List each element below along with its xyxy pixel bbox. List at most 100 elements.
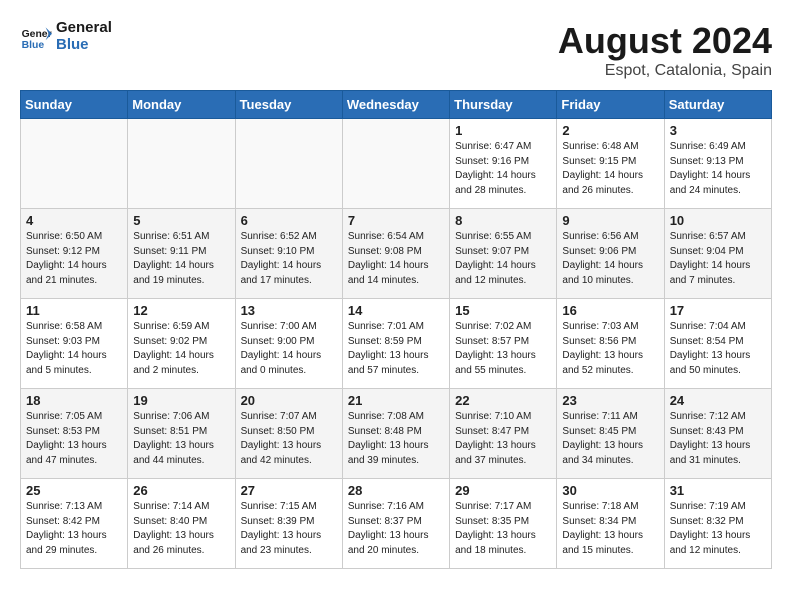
calendar-cell: 28 Sunrise: 7:16 AMSunset: 8:37 PMDaylig… [342,479,449,569]
calendar-cell: 4 Sunrise: 6:50 AMSunset: 9:12 PMDayligh… [21,209,128,299]
day-info: Sunrise: 7:07 AMSunset: 8:50 PMDaylight:… [241,410,337,468]
col-header-thursday: Thursday [450,91,557,119]
day-info: Sunrise: 6:55 AMSunset: 9:07 PMDaylight:… [455,230,551,288]
day-number: 14 [348,303,444,318]
page-header: General Blue General Blue August 2024 Es… [20,20,772,80]
day-info: Sunrise: 6:48 AMSunset: 9:15 PMDaylight:… [562,140,658,198]
day-number: 29 [455,483,551,498]
calendar-cell: 16 Sunrise: 7:03 AMSunset: 8:56 PMDaylig… [557,299,664,389]
day-number: 19 [133,393,229,408]
calendar-header-row: SundayMondayTuesdayWednesdayThursdayFrid… [21,91,772,119]
day-number: 6 [241,213,337,228]
calendar-cell: 17 Sunrise: 7:04 AMSunset: 8:54 PMDaylig… [664,299,771,389]
day-info: Sunrise: 6:54 AMSunset: 9:08 PMDaylight:… [348,230,444,288]
title-block: August 2024 Espot, Catalonia, Spain [558,20,772,80]
day-number: 7 [348,213,444,228]
day-info: Sunrise: 7:16 AMSunset: 8:37 PMDaylight:… [348,500,444,558]
day-info: Sunrise: 7:12 AMSunset: 8:43 PMDaylight:… [670,410,766,468]
day-number: 30 [562,483,658,498]
day-info: Sunrise: 7:14 AMSunset: 8:40 PMDaylight:… [133,500,229,558]
day-info: Sunrise: 7:10 AMSunset: 8:47 PMDaylight:… [455,410,551,468]
day-info: Sunrise: 6:59 AMSunset: 9:02 PMDaylight:… [133,320,229,378]
calendar-cell: 23 Sunrise: 7:11 AMSunset: 8:45 PMDaylig… [557,389,664,479]
day-info: Sunrise: 6:57 AMSunset: 9:04 PMDaylight:… [670,230,766,288]
day-number: 22 [455,393,551,408]
day-number: 10 [670,213,766,228]
calendar-cell: 2 Sunrise: 6:48 AMSunset: 9:15 PMDayligh… [557,119,664,209]
logo-icon: General Blue [20,21,52,53]
calendar-week-4: 18 Sunrise: 7:05 AMSunset: 8:53 PMDaylig… [21,389,772,479]
day-number: 1 [455,123,551,138]
calendar-cell: 8 Sunrise: 6:55 AMSunset: 9:07 PMDayligh… [450,209,557,299]
calendar-cell: 5 Sunrise: 6:51 AMSunset: 9:11 PMDayligh… [128,209,235,299]
col-header-saturday: Saturday [664,91,771,119]
day-info: Sunrise: 7:04 AMSunset: 8:54 PMDaylight:… [670,320,766,378]
day-number: 16 [562,303,658,318]
svg-text:Blue: Blue [22,40,45,51]
col-header-friday: Friday [557,91,664,119]
calendar-cell: 1 Sunrise: 6:47 AMSunset: 9:16 PMDayligh… [450,119,557,209]
day-info: Sunrise: 6:50 AMSunset: 9:12 PMDaylight:… [26,230,122,288]
day-info: Sunrise: 7:13 AMSunset: 8:42 PMDaylight:… [26,500,122,558]
day-number: 8 [455,213,551,228]
month-title: August 2024 [558,20,772,62]
col-header-monday: Monday [128,91,235,119]
day-number: 3 [670,123,766,138]
day-info: Sunrise: 7:15 AMSunset: 8:39 PMDaylight:… [241,500,337,558]
calendar-cell: 26 Sunrise: 7:14 AMSunset: 8:40 PMDaylig… [128,479,235,569]
calendar-cell: 24 Sunrise: 7:12 AMSunset: 8:43 PMDaylig… [664,389,771,479]
calendar-table: SundayMondayTuesdayWednesdayThursdayFrid… [20,90,772,569]
calendar-cell: 27 Sunrise: 7:15 AMSunset: 8:39 PMDaylig… [235,479,342,569]
calendar-week-5: 25 Sunrise: 7:13 AMSunset: 8:42 PMDaylig… [21,479,772,569]
day-info: Sunrise: 7:06 AMSunset: 8:51 PMDaylight:… [133,410,229,468]
calendar-cell: 9 Sunrise: 6:56 AMSunset: 9:06 PMDayligh… [557,209,664,299]
day-number: 5 [133,213,229,228]
calendar-cell: 25 Sunrise: 7:13 AMSunset: 8:42 PMDaylig… [21,479,128,569]
day-number: 13 [241,303,337,318]
calendar-cell [128,119,235,209]
day-number: 18 [26,393,122,408]
day-number: 11 [26,303,122,318]
calendar-cell: 3 Sunrise: 6:49 AMSunset: 9:13 PMDayligh… [664,119,771,209]
day-info: Sunrise: 7:02 AMSunset: 8:57 PMDaylight:… [455,320,551,378]
calendar-cell [235,119,342,209]
day-number: 23 [562,393,658,408]
logo: General Blue General Blue [20,20,112,53]
day-info: Sunrise: 7:17 AMSunset: 8:35 PMDaylight:… [455,500,551,558]
day-info: Sunrise: 6:56 AMSunset: 9:06 PMDaylight:… [562,230,658,288]
calendar-cell: 11 Sunrise: 6:58 AMSunset: 9:03 PMDaylig… [21,299,128,389]
day-number: 20 [241,393,337,408]
calendar-cell: 22 Sunrise: 7:10 AMSunset: 8:47 PMDaylig… [450,389,557,479]
day-number: 21 [348,393,444,408]
calendar-cell: 20 Sunrise: 7:07 AMSunset: 8:50 PMDaylig… [235,389,342,479]
day-number: 17 [670,303,766,318]
day-number: 9 [562,213,658,228]
day-info: Sunrise: 7:08 AMSunset: 8:48 PMDaylight:… [348,410,444,468]
day-number: 27 [241,483,337,498]
calendar-week-2: 4 Sunrise: 6:50 AMSunset: 9:12 PMDayligh… [21,209,772,299]
col-header-wednesday: Wednesday [342,91,449,119]
day-info: Sunrise: 6:52 AMSunset: 9:10 PMDaylight:… [241,230,337,288]
day-number: 2 [562,123,658,138]
calendar-cell: 21 Sunrise: 7:08 AMSunset: 8:48 PMDaylig… [342,389,449,479]
day-number: 26 [133,483,229,498]
day-number: 25 [26,483,122,498]
calendar-cell [342,119,449,209]
day-info: Sunrise: 7:01 AMSunset: 8:59 PMDaylight:… [348,320,444,378]
calendar-cell: 14 Sunrise: 7:01 AMSunset: 8:59 PMDaylig… [342,299,449,389]
calendar-cell: 7 Sunrise: 6:54 AMSunset: 9:08 PMDayligh… [342,209,449,299]
day-number: 15 [455,303,551,318]
calendar-cell: 30 Sunrise: 7:18 AMSunset: 8:34 PMDaylig… [557,479,664,569]
day-number: 12 [133,303,229,318]
day-info: Sunrise: 7:00 AMSunset: 9:00 PMDaylight:… [241,320,337,378]
calendar-week-3: 11 Sunrise: 6:58 AMSunset: 9:03 PMDaylig… [21,299,772,389]
col-header-tuesday: Tuesday [235,91,342,119]
calendar-cell: 10 Sunrise: 6:57 AMSunset: 9:04 PMDaylig… [664,209,771,299]
calendar-cell: 18 Sunrise: 7:05 AMSunset: 8:53 PMDaylig… [21,389,128,479]
calendar-cell: 6 Sunrise: 6:52 AMSunset: 9:10 PMDayligh… [235,209,342,299]
logo-blue: Blue [56,36,89,53]
day-number: 28 [348,483,444,498]
day-number: 4 [26,213,122,228]
day-info: Sunrise: 6:51 AMSunset: 9:11 PMDaylight:… [133,230,229,288]
logo-general: General [56,19,112,36]
